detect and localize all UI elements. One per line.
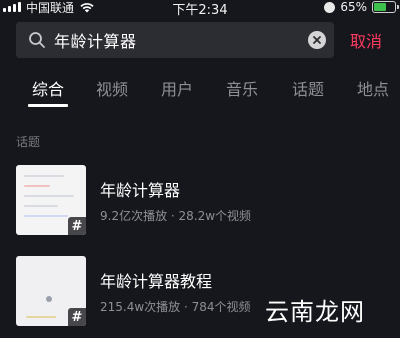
- tab-indicator: [28, 104, 68, 107]
- alarm-icon: [324, 1, 336, 13]
- search-query[interactable]: 年龄计算器: [54, 28, 137, 52]
- status-bar: 中国联通 下午2:34 65%: [0, 0, 400, 18]
- search-input[interactable]: 年龄计算器: [16, 22, 334, 58]
- topic-stats: 9.2亿次播放 · 28.2w个视频: [100, 209, 252, 223]
- section-title: 话题: [16, 135, 41, 149]
- clear-icon[interactable]: [308, 31, 326, 49]
- topic-result[interactable]: # 年龄计算器 9.2亿次播放 · 28.2w个视频: [16, 165, 376, 235]
- tab-places[interactable]: 地点: [357, 76, 389, 100]
- topic-thumbnail: #: [16, 256, 86, 326]
- tab-topics[interactable]: 话题: [292, 76, 324, 100]
- battery-icon: [372, 1, 399, 13]
- tab-all[interactable]: 综合: [32, 76, 64, 100]
- tab-users[interactable]: 用户: [161, 76, 193, 100]
- battery-percent: 65%: [340, 0, 367, 14]
- tab-video[interactable]: 视频: [96, 76, 128, 100]
- topic-stats: 215.4w次播放 · 784个视频: [100, 300, 251, 314]
- hashtag-icon: #: [68, 217, 86, 235]
- watermark: 云南龙网: [265, 298, 365, 326]
- topic-title: 年龄计算器教程: [100, 272, 213, 291]
- status-right: 65%: [324, 0, 399, 14]
- tab-music[interactable]: 音乐: [226, 76, 258, 100]
- search-icon: [29, 32, 45, 48]
- topic-thumbnail: #: [16, 165, 86, 235]
- cancel-button[interactable]: 取消: [350, 28, 382, 52]
- topic-title: 年龄计算器: [100, 181, 181, 200]
- hashtag-icon: #: [68, 308, 86, 326]
- tab-bar: 综合 视频 用户 音乐 话题 地点: [0, 68, 400, 108]
